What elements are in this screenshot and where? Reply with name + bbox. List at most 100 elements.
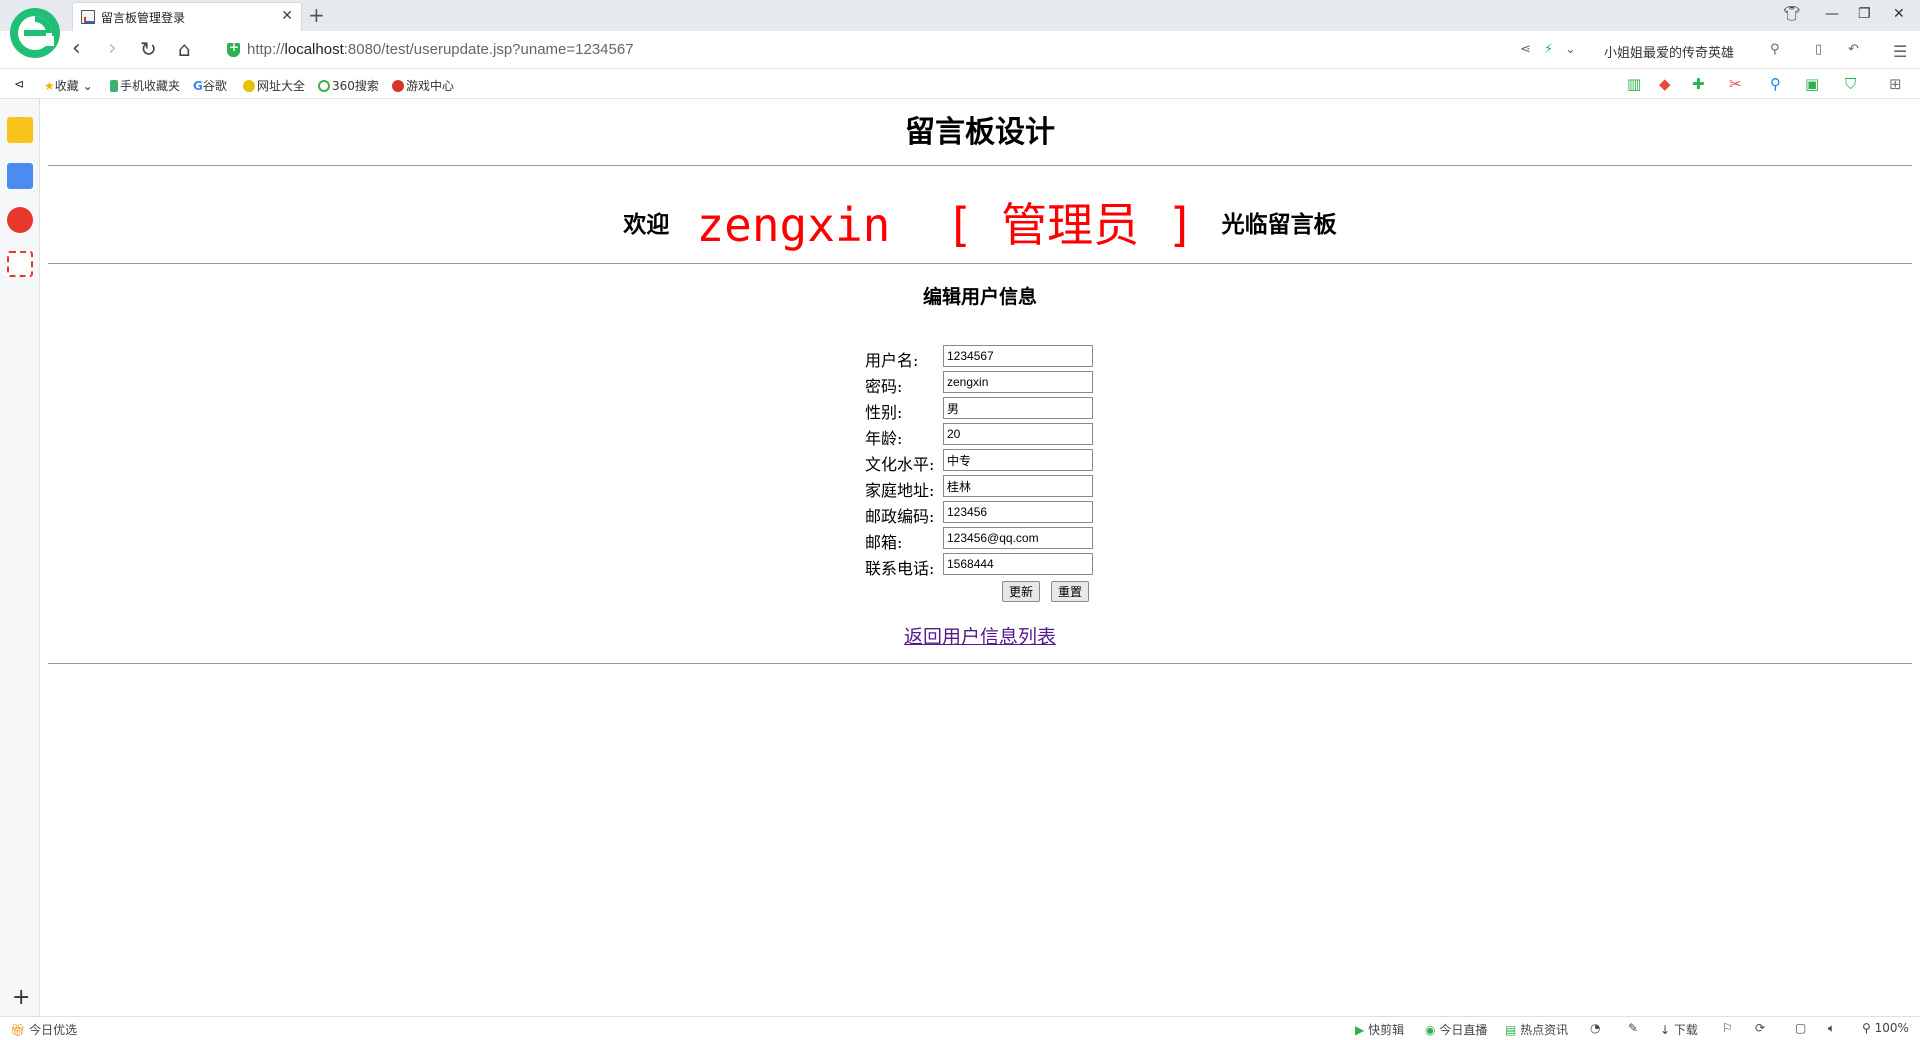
scissors-icon[interactable]: ✂: [1729, 75, 1742, 93]
flag-icon[interactable]: ⚐: [1722, 1021, 1733, 1035]
sound-icon[interactable]: 🔈︎: [1828, 1021, 1835, 1036]
apps-icon[interactable]: ⊞: [1889, 75, 1902, 93]
username-label: 用户名:: [865, 351, 919, 370]
clip-icon: ▶: [1355, 1023, 1365, 1037]
password-label: 密码:: [865, 377, 903, 396]
address-input[interactable]: [943, 475, 1093, 497]
gamepad-icon[interactable]: ▣: [1805, 75, 1819, 93]
weibo-icon[interactable]: [7, 207, 33, 233]
magnifier-icon[interactable]: ⚲: [1770, 75, 1781, 93]
back-icon[interactable]: ‹: [72, 37, 81, 61]
divider: [48, 663, 1912, 664]
search360-icon: [318, 80, 330, 92]
age-label: 年龄:: [865, 429, 903, 448]
bookmark-item[interactable]: ★收藏 ⌄: [44, 77, 93, 94]
welcome-suffix: 光临留言板: [1221, 211, 1337, 238]
postcode-input[interactable]: [943, 501, 1093, 523]
page-title: 留言板设计: [905, 115, 1055, 150]
window-icon[interactable]: ▢: [1795, 1021, 1806, 1035]
status-download[interactable]: ↓ 下载: [1660, 1021, 1698, 1038]
education-input[interactable]: [943, 449, 1093, 471]
bookmark-item[interactable]: 手机收藏夹: [110, 77, 180, 94]
address-field[interactable]: http://localhost:8080/test/userupdate.js…: [247, 41, 634, 58]
new-tab-icon[interactable]: +: [308, 3, 325, 27]
google-icon: G: [193, 79, 203, 93]
search-suggestion[interactable]: 小姐姐最爱的传奇英雄: [1604, 42, 1734, 61]
welcome-banner: 欢迎 zengxin [ 管理员 ] 光临留言板: [40, 189, 1920, 255]
postcode-label: 邮政编码:: [865, 507, 935, 526]
phone-input[interactable]: [943, 553, 1093, 575]
share-icon[interactable]: ⋖: [1520, 42, 1531, 57]
restore-icon[interactable]: ❐: [1858, 6, 1871, 22]
zoom-icon: ⚲: [1862, 1021, 1871, 1035]
star-icon: ★: [44, 79, 55, 93]
bookmark-item[interactable]: G谷歌: [193, 77, 227, 94]
speed-icon[interactable]: ◔: [1590, 1021, 1600, 1035]
reading-list-icon[interactable]: [7, 163, 33, 189]
update-button[interactable]: 更新: [1002, 581, 1041, 602]
title-bar: 留言板管理登录 ✕ + 👕︎ — ❐ ✕: [0, 0, 1920, 31]
refresh-icon[interactable]: ↻: [140, 37, 157, 61]
daily-picks[interactable]: 🎁︎ 今日优选: [10, 1021, 77, 1038]
reading-icon[interactable]: ▯: [1815, 42, 1822, 57]
favorites-icon[interactable]: [7, 117, 33, 143]
status-live[interactable]: ◉ 今日直播: [1425, 1021, 1487, 1038]
gender-label: 性别:: [865, 403, 903, 422]
bookmark-item[interactable]: 360搜索: [318, 77, 379, 94]
sidebar-toggle-icon[interactable]: ⊲: [14, 77, 24, 91]
age-input[interactable]: [943, 423, 1093, 445]
search-icon[interactable]: ⚲: [1770, 42, 1780, 57]
live-icon: ◉: [1425, 1023, 1436, 1037]
divider: [48, 263, 1912, 264]
welcome-user: zengxin [ 管理员 ]: [696, 198, 1195, 252]
minimize-icon[interactable]: —: [1825, 6, 1839, 22]
phone-icon: [110, 80, 118, 92]
gender-input[interactable]: [943, 397, 1093, 419]
page-content: 留言板设计 欢迎 zengxin [ 管理员 ] 光临留言板 编辑用户信息 用户…: [40, 99, 1920, 1016]
browser-tab[interactable]: 留言板管理登录 ✕: [72, 2, 302, 31]
password-input[interactable]: [943, 371, 1093, 393]
add-sidebar-icon[interactable]: +: [12, 985, 30, 1010]
skin-icon[interactable]: 👕︎: [1783, 6, 1801, 22]
back-link-container: 返回用户信息列表: [40, 622, 1920, 649]
bookmark-item[interactable]: 网址大全: [243, 77, 305, 94]
status-clip[interactable]: ▶ 快剪辑: [1355, 1021, 1404, 1038]
bookmark-item[interactable]: 游戏中心: [392, 77, 454, 94]
email-input[interactable]: [943, 527, 1093, 549]
reset-button[interactable]: 重置: [1051, 581, 1090, 602]
chevron-down-icon[interactable]: ⌄: [1565, 42, 1576, 57]
bookmarks-bar: ⊲ ★收藏 ⌄ 手机收藏夹 G谷歌 网址大全 360搜索 游戏中心 ▥ ◆ ✚ …: [0, 69, 1920, 99]
email-icon[interactable]: [7, 251, 33, 277]
tab-title: 留言板管理登录: [101, 11, 186, 25]
lightning-icon[interactable]: ⚡︎: [1544, 42, 1553, 57]
education-label: 文化水平:: [865, 455, 935, 474]
book-icon[interactable]: ▥: [1627, 75, 1641, 93]
download-icon: ↓: [1660, 1023, 1671, 1037]
browser-logo: [10, 8, 60, 58]
news-icon: ▤: [1505, 1023, 1517, 1037]
username-input[interactable]: [943, 345, 1093, 367]
pin-icon[interactable]: ✎: [1628, 1021, 1638, 1035]
back-to-user-list-link[interactable]: 返回用户信息列表: [904, 626, 1056, 648]
close-window-icon[interactable]: ✕: [1893, 6, 1905, 22]
undo-icon[interactable]: ↶: [1848, 42, 1859, 57]
divider: [48, 165, 1912, 166]
forward-icon[interactable]: ›: [108, 37, 117, 61]
game-icon: [392, 80, 404, 92]
side-panel: +: [0, 99, 40, 1016]
shield-icon[interactable]: ⛉: [1845, 75, 1856, 93]
home-icon[interactable]: ⌂: [178, 37, 191, 61]
phone-label: 联系电话:: [865, 559, 935, 578]
email-label: 邮箱:: [865, 533, 903, 552]
status-news[interactable]: ▤ 热点资讯: [1505, 1021, 1568, 1038]
gift-icon: 🎁︎: [10, 1023, 26, 1037]
zoom-control[interactable]: ⚲ 100%: [1862, 1021, 1909, 1035]
sites-icon: [243, 80, 255, 92]
tab-close-icon[interactable]: ✕: [281, 8, 293, 24]
translate-icon[interactable]: ✚: [1692, 75, 1705, 93]
chrome-store-icon[interactable]: ◆: [1659, 75, 1671, 93]
menu-icon[interactable]: ☰: [1893, 42, 1907, 61]
section-title: 编辑用户信息: [922, 286, 1037, 308]
clean-icon[interactable]: ⟳: [1755, 1021, 1765, 1035]
tab-favicon-icon: [81, 10, 95, 24]
